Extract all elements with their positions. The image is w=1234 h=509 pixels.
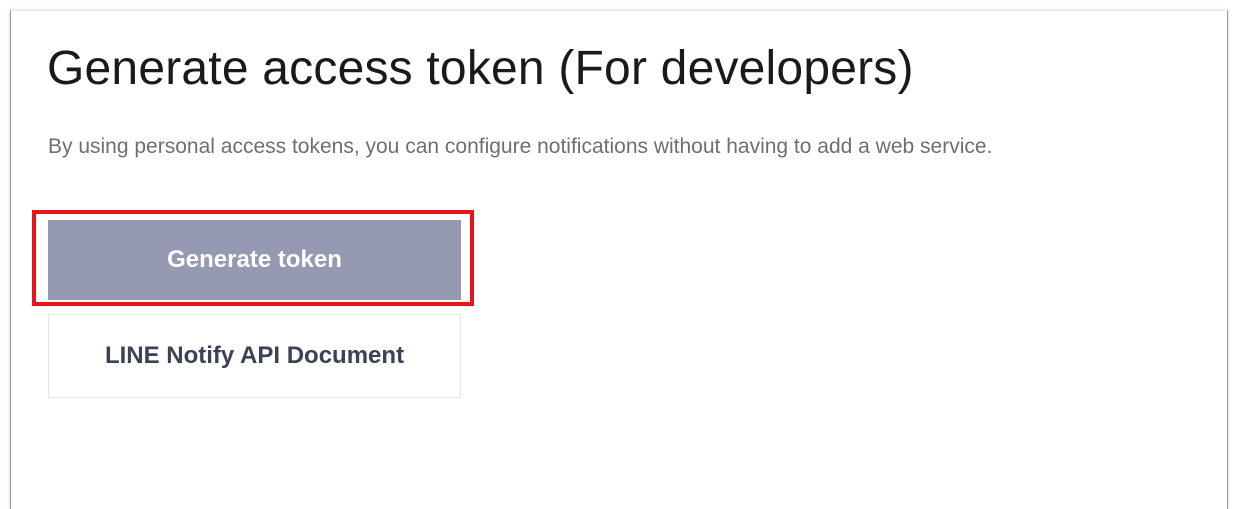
page-title: Generate access token (For developers) — [47, 42, 914, 95]
page-description: By using personal access tokens, you can… — [48, 135, 993, 158]
generate-token-button[interactable]: Generate token — [48, 220, 461, 300]
token-panel: Generate access token (For developers) B… — [10, 10, 1228, 509]
api-document-button[interactable]: LINE Notify API Document — [48, 314, 461, 398]
